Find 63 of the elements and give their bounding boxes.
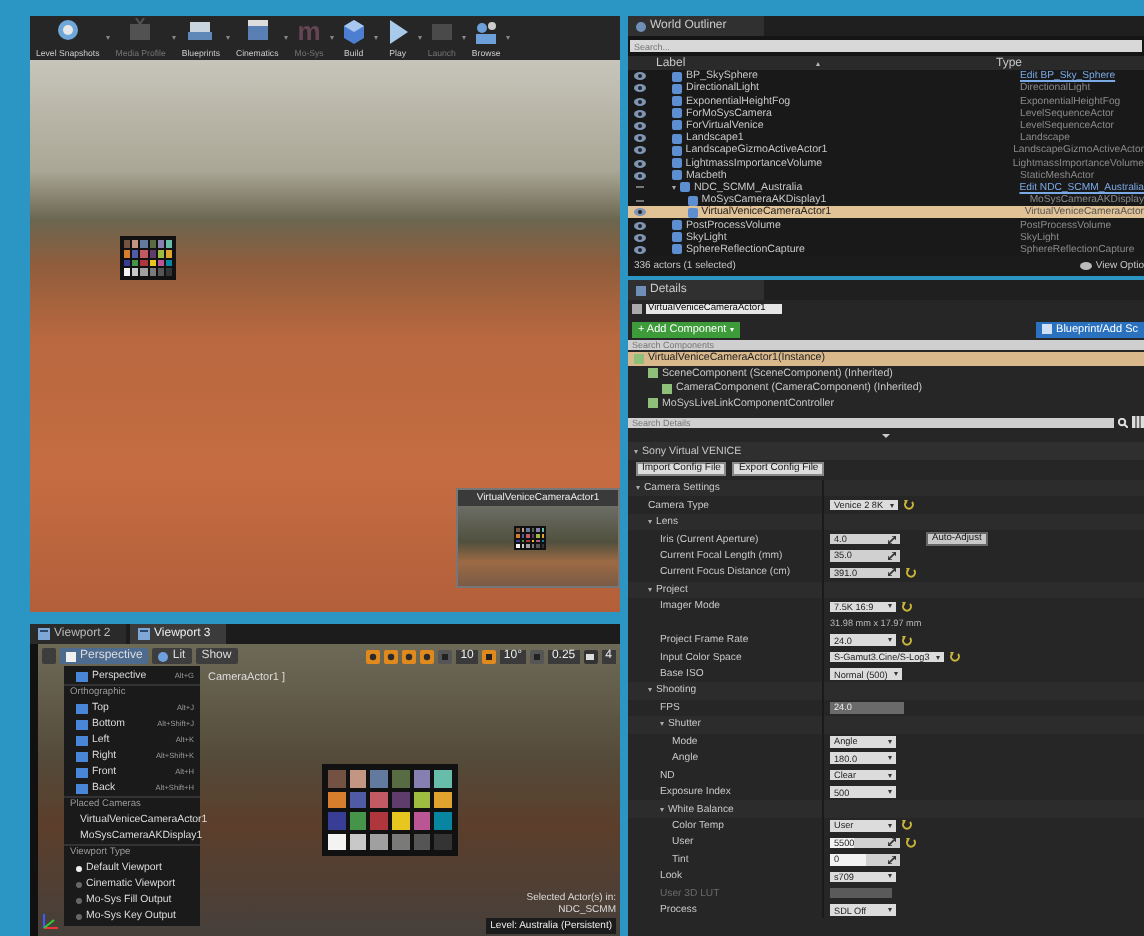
caret-icon[interactable] bbox=[284, 36, 289, 40]
caret-icon bbox=[888, 874, 892, 879]
caret-icon bbox=[888, 756, 892, 761]
caret-icon bbox=[730, 327, 735, 331]
expand-arrow-icon[interactable] bbox=[648, 587, 652, 592]
caret-icon bbox=[889, 503, 894, 508]
expand-arrow-icon[interactable] bbox=[634, 449, 638, 453]
search-icon bbox=[1118, 417, 1128, 427]
expand-arrow-icon[interactable] bbox=[660, 807, 664, 812]
caret-icon[interactable] bbox=[105, 36, 110, 40]
expand-arrow-icon[interactable] bbox=[660, 722, 664, 727]
toolbar-icon bbox=[339, 18, 368, 46]
grid-view-icon bbox=[1132, 416, 1144, 428]
drag-arrows-icon bbox=[888, 855, 896, 864]
drag-arrows-icon bbox=[888, 568, 896, 577]
blueprint-icon bbox=[1042, 324, 1053, 334]
toolbar-icon bbox=[126, 18, 155, 46]
caret-icon[interactable] bbox=[461, 36, 466, 40]
view-icon bbox=[76, 671, 88, 681]
caret-icon bbox=[888, 739, 892, 744]
details-icon bbox=[636, 285, 646, 295]
radio-dot-icon[interactable] bbox=[76, 865, 82, 871]
radio-dot-icon[interactable] bbox=[76, 897, 82, 903]
viewport-icon bbox=[38, 628, 50, 640]
eye-icon bbox=[1079, 262, 1092, 270]
caret-icon[interactable] bbox=[373, 36, 378, 40]
expand-arrow-icon[interactable] bbox=[648, 688, 652, 693]
expand-arrow-icon[interactable] bbox=[648, 520, 652, 525]
radio-dot-icon[interactable] bbox=[76, 881, 82, 887]
caret-icon bbox=[888, 604, 892, 609]
caret-icon[interactable] bbox=[417, 36, 422, 40]
caret-icon bbox=[893, 672, 898, 677]
collapse-arrow-icon[interactable] bbox=[882, 434, 890, 438]
caret-icon[interactable] bbox=[506, 36, 511, 40]
mo-sys-logo: m bbox=[297, 18, 321, 46]
caret-icon[interactable] bbox=[329, 36, 334, 40]
sphere-icon bbox=[158, 651, 169, 661]
axis-icon bbox=[42, 912, 60, 930]
toolbar-icon bbox=[243, 18, 272, 46]
caret-icon[interactable] bbox=[225, 36, 230, 40]
drag-arrows-icon bbox=[888, 838, 896, 847]
caret-icon bbox=[888, 638, 892, 643]
toolbar-icon bbox=[427, 18, 456, 46]
asset-slot bbox=[830, 887, 892, 899]
caret-icon bbox=[888, 773, 892, 778]
caret-icon bbox=[888, 790, 892, 795]
toolbar-icon bbox=[186, 18, 215, 46]
caret-icon bbox=[888, 823, 892, 828]
caret-icon bbox=[935, 655, 940, 660]
radio-dot-icon[interactable] bbox=[76, 913, 82, 919]
color-checker-drawing bbox=[514, 526, 546, 550]
viewport-icon bbox=[138, 628, 150, 640]
expand-arrow-icon[interactable] bbox=[671, 185, 676, 190]
drag-arrows-icon bbox=[888, 551, 896, 560]
toolbar-icon bbox=[472, 18, 501, 46]
color-checker-drawing bbox=[322, 764, 458, 856]
actor-icon bbox=[632, 304, 642, 314]
drag-arrows-icon bbox=[888, 535, 896, 544]
expand-arrow-icon[interactable] bbox=[636, 486, 640, 491]
caret-icon bbox=[888, 908, 892, 913]
toolbar-icon bbox=[53, 18, 82, 46]
caret-icon[interactable] bbox=[171, 36, 176, 40]
color-checker-drawing bbox=[120, 236, 176, 280]
